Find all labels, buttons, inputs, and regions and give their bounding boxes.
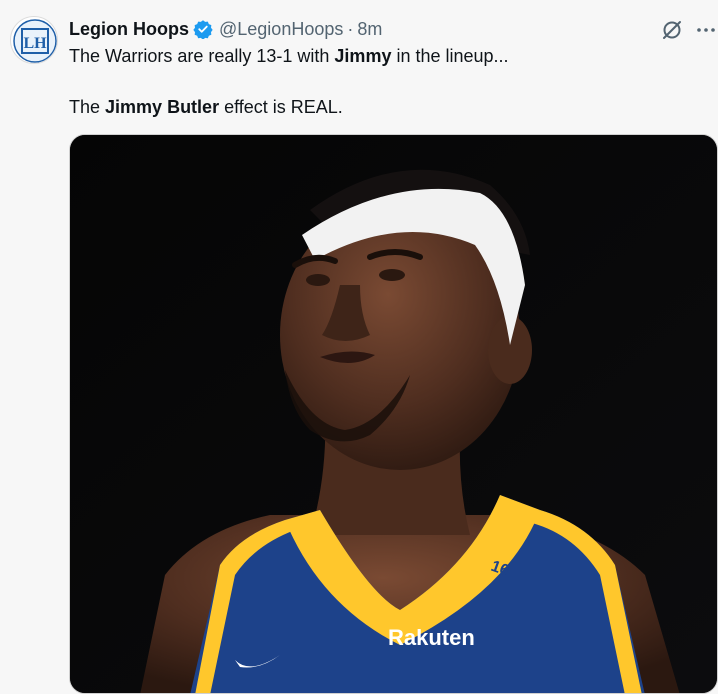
handle[interactable]: @LegionHoops <box>219 19 343 40</box>
tweet-text-2-pre: The <box>69 97 106 117</box>
tweet-text-1-bold: Jimmy <box>334 46 392 66</box>
separator-dot: · <box>347 18 354 39</box>
sponsor-text: Rakuten <box>388 625 475 650</box>
avatar-logo-text: LH <box>23 35 47 52</box>
verified-badge-icon <box>193 19 213 39</box>
player-photo: 16 Rakuten <box>70 135 717 693</box>
tweet-text-2-bold: Jimmy Butler <box>105 97 220 117</box>
tweet-header: Legion Hoops @LegionHoops · 8m <box>69 17 382 41</box>
legion-hoops-logo: LH <box>13 19 57 63</box>
tweet-media-photo[interactable]: 16 Rakuten <box>69 134 718 694</box>
tweet-text-1-pre: The Warriors are really 13-1 with <box>69 46 335 66</box>
more-icon[interactable] <box>694 18 718 42</box>
grok-icon[interactable] <box>660 18 684 42</box>
display-name[interactable]: Legion Hoops <box>69 19 189 40</box>
tweet-text-2-post: effect is REAL. <box>219 97 343 117</box>
avatar[interactable]: LH <box>10 16 58 64</box>
tweet-text-line-1: The Warriors are really 13-1 with Jimmy … <box>69 44 509 68</box>
timestamp[interactable]: 8m <box>357 19 382 40</box>
tweet-text-1-post: in the lineup... <box>391 46 509 66</box>
tweet-text-line-2: The Jimmy Butler effect is REAL. <box>69 95 343 119</box>
